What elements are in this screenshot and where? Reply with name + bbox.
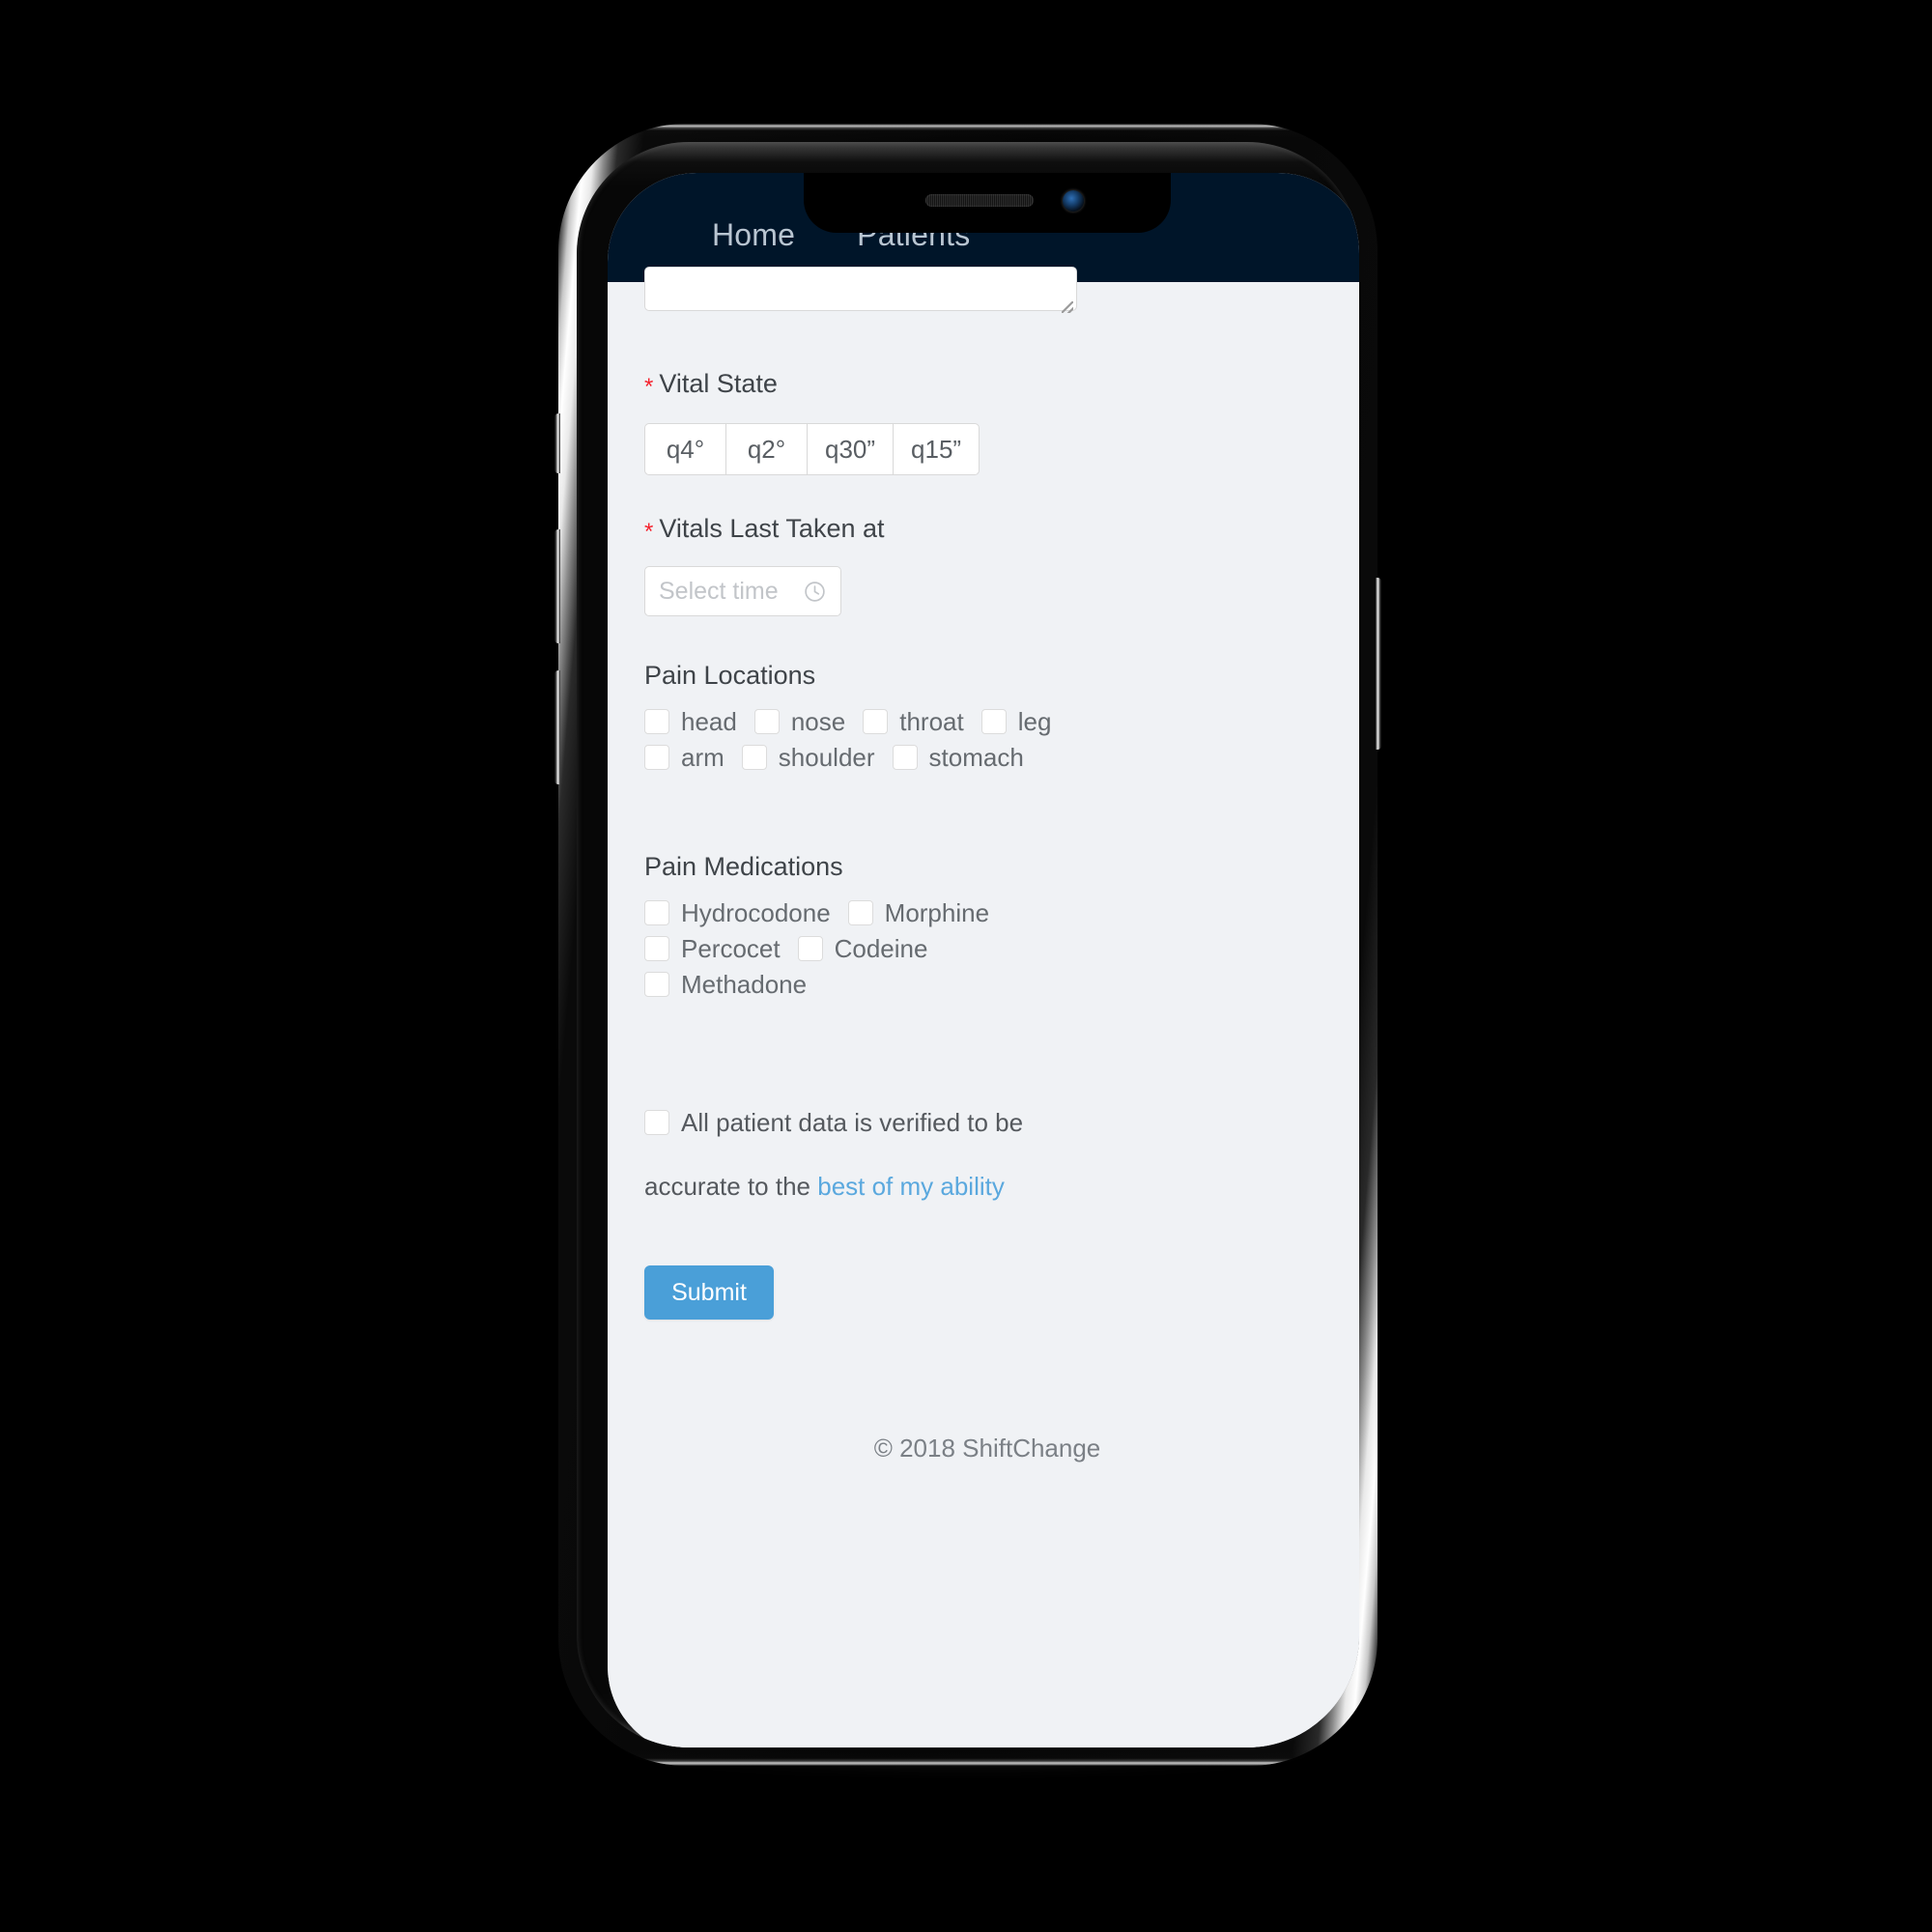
- checkbox-label: shoulder: [778, 743, 875, 772]
- required-asterisk: *: [644, 374, 654, 400]
- required-asterisk: *: [644, 519, 654, 545]
- checkbox-label: Methadone: [681, 970, 808, 999]
- power-button[interactable]: [1376, 578, 1381, 750]
- checkbox-item-nose[interactable]: nose: [753, 707, 846, 736]
- form-content-area: * Vital State q4° q2° q30” q15” * Vitals L…: [608, 267, 1359, 1747]
- checkbox-box[interactable]: [644, 900, 669, 925]
- notes-textarea[interactable]: [644, 267, 1077, 311]
- verification-text-line1: All patient data is verified to be: [681, 1108, 1024, 1137]
- checkbox-item-hydrocodone[interactable]: Hydrocodone: [644, 898, 831, 927]
- checkbox-label: head: [681, 707, 737, 736]
- vital-state-field: * Vital State q4° q2° q30” q15”: [644, 367, 980, 475]
- nav-item-home[interactable]: Home: [712, 215, 795, 254]
- checkbox-box[interactable]: [644, 972, 669, 997]
- checkbox-box[interactable]: [892, 745, 918, 770]
- checkbox-label: stomach: [928, 743, 1024, 772]
- pain-medications-field: Pain Medications Hydrocodone Morphine Pe…: [644, 850, 1098, 1006]
- vital-state-option-q2[interactable]: q2°: [725, 423, 807, 475]
- footer-copyright: © 2018 ShiftChange: [873, 1434, 1101, 1463]
- vitals-last-taken-label-text: Vitals Last Taken at: [659, 514, 885, 543]
- vital-state-option-q4[interactable]: q4°: [644, 423, 725, 475]
- checkbox-item-arm[interactable]: arm: [644, 743, 724, 772]
- checkbox-item-leg[interactable]: leg: [980, 707, 1052, 736]
- checkbox-label: leg: [1017, 707, 1052, 736]
- checkbox-item-codeine[interactable]: Codeine: [797, 934, 928, 963]
- checkbox-box[interactable]: [644, 936, 669, 961]
- checkbox-item-methadone[interactable]: Methadone: [644, 970, 807, 999]
- checkbox-box[interactable]: [980, 709, 1007, 734]
- vitals-last-taken-label: * Vitals Last Taken at: [644, 512, 885, 547]
- vital-state-button-group: q4° q2° q30” q15”: [644, 423, 980, 475]
- device-notch: [804, 173, 1171, 233]
- device-outer-frame: Home Patients ···: [558, 124, 1378, 1766]
- time-picker-placeholder: Select time: [659, 577, 779, 605]
- pain-locations-field: Pain Locations head nose throat leg arm …: [644, 659, 1098, 779]
- silent-switch-button[interactable]: [554, 413, 560, 473]
- checkbox-box[interactable]: [644, 709, 669, 734]
- checkbox-label: Codeine: [834, 934, 928, 963]
- checkbox-box[interactable]: [753, 709, 780, 734]
- submit-button[interactable]: Submit: [644, 1265, 774, 1320]
- pain-medications-title: Pain Medications: [644, 852, 843, 881]
- checkbox-item-head[interactable]: head: [644, 707, 737, 736]
- checkbox-label: Percocet: [681, 934, 781, 963]
- vital-state-label: * Vital State: [644, 367, 980, 402]
- textarea-resize-handle[interactable]: [1062, 301, 1073, 313]
- checkbox-box[interactable]: [741, 745, 767, 770]
- checkbox-item-morphine[interactable]: Morphine: [847, 898, 990, 927]
- vitals-last-taken-field: * Vitals Last Taken at Select time: [644, 512, 885, 616]
- phone-screen: Home Patients ···: [608, 173, 1359, 1747]
- checkbox-item-percocet[interactable]: Percocet: [644, 934, 781, 963]
- checkbox-label: Morphine: [884, 898, 990, 927]
- checkbox-box[interactable]: [863, 709, 889, 734]
- vital-state-label-text: Vital State: [659, 369, 778, 398]
- checkbox-item-throat[interactable]: throat: [863, 707, 964, 736]
- verification-checkbox-box[interactable]: [644, 1110, 669, 1135]
- checkbox-label: nose: [790, 707, 846, 736]
- vital-state-option-q15[interactable]: q15”: [893, 423, 980, 475]
- vitals-time-picker[interactable]: Select time: [644, 566, 841, 616]
- clock-icon: [803, 580, 827, 604]
- volume-down-button[interactable]: [554, 670, 560, 784]
- checkbox-label: Hydrocodone: [681, 898, 831, 927]
- device-bezel: Home Patients ···: [577, 142, 1359, 1747]
- checkbox-item-shoulder[interactable]: shoulder: [741, 743, 875, 772]
- vital-state-option-q30[interactable]: q30”: [807, 423, 894, 475]
- verification-text-prefix: accurate to the: [644, 1172, 818, 1201]
- verification-field: All patient data is verified to be accur…: [644, 1108, 1098, 1203]
- pain-locations-checkbox-group: head nose throat leg arm shoulder stomac…: [644, 707, 1098, 779]
- speaker-grille-icon: [925, 194, 1034, 207]
- pain-locations-title: Pain Locations: [644, 661, 816, 690]
- pain-medications-checkbox-group: Hydrocodone Morphine Percocet Codeine Me…: [644, 898, 1098, 1006]
- checkbox-box[interactable]: [644, 745, 669, 770]
- checkbox-label: throat: [899, 707, 964, 736]
- front-camera-icon: [1063, 190, 1084, 212]
- verification-checkbox-row[interactable]: All patient data is verified to be: [644, 1108, 1098, 1137]
- checkbox-box[interactable]: [847, 900, 873, 925]
- best-of-my-ability-link[interactable]: best of my ability: [817, 1172, 1005, 1201]
- verification-text-line2: accurate to the best of my ability: [644, 1170, 1098, 1203]
- checkbox-label: arm: [681, 743, 724, 772]
- checkbox-item-stomach[interactable]: stomach: [892, 743, 1024, 772]
- checkbox-box[interactable]: [797, 936, 823, 961]
- phone-device: Home Patients ···: [554, 124, 1381, 1772]
- volume-up-button[interactable]: [554, 529, 560, 643]
